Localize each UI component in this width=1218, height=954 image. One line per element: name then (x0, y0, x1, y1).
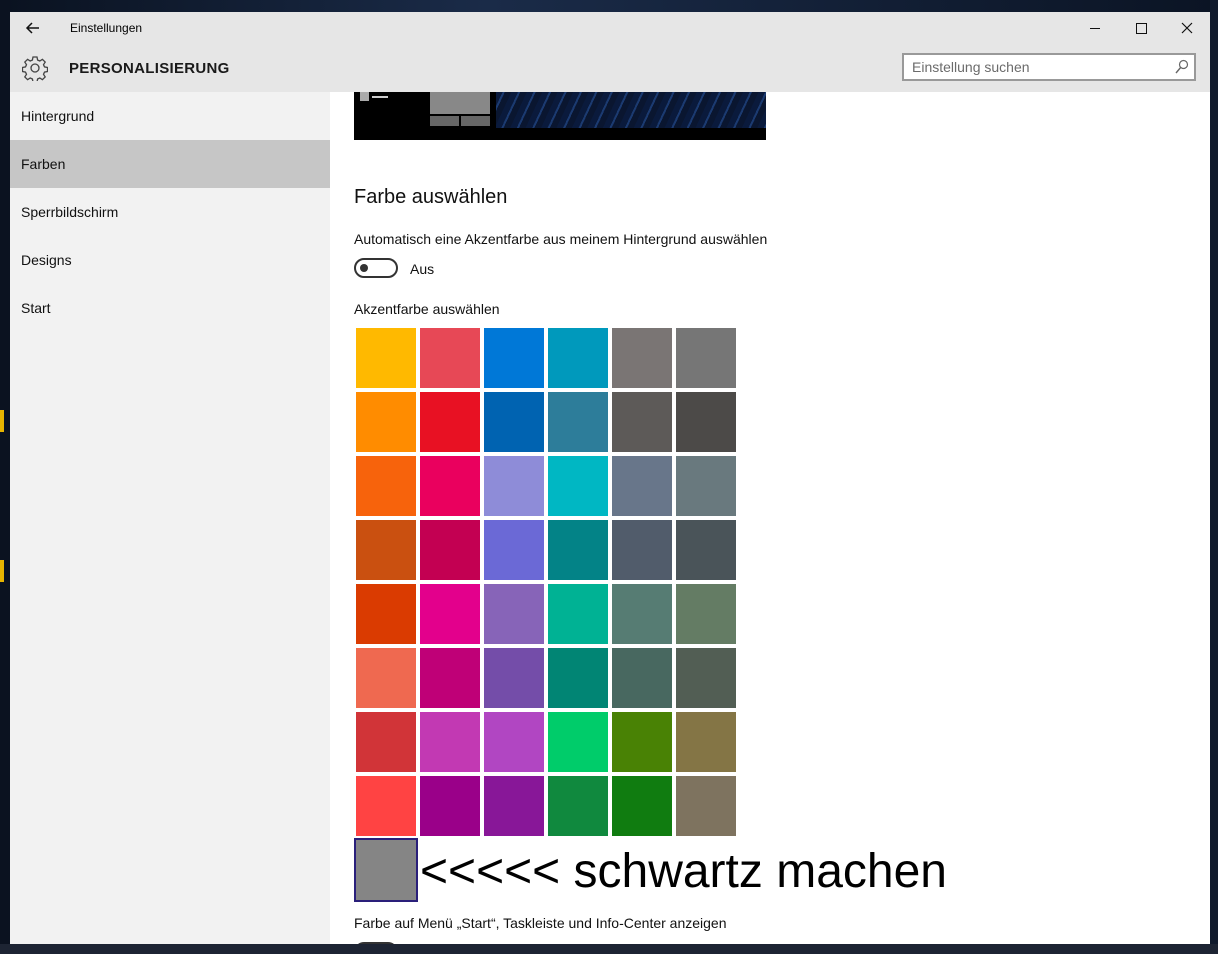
page-title: PERSONALISIERUNG (69, 60, 230, 77)
search-input[interactable] (912, 58, 1162, 76)
desktop-icon-fragment (0, 410, 4, 432)
color-swatch[interactable] (612, 712, 672, 772)
color-swatch[interactable] (484, 776, 544, 836)
accent-color-label: Akzentfarbe auswählen (354, 301, 500, 317)
color-swatch[interactable] (676, 584, 736, 644)
show-color-toggle[interactable] (354, 942, 398, 944)
color-swatch[interactable] (548, 520, 608, 580)
minimize-icon (1090, 28, 1100, 29)
sidebar-item-sperrbildschirm[interactable]: Sperrbildschirm (10, 188, 330, 236)
sidebar-item-farben[interactable]: Farben (10, 140, 330, 188)
color-swatch[interactable] (484, 456, 544, 516)
color-swatch[interactable] (548, 712, 608, 772)
theme-preview (354, 92, 766, 140)
close-icon (1181, 22, 1193, 34)
color-swatch[interactable] (420, 456, 480, 516)
color-swatch[interactable] (676, 776, 736, 836)
color-swatch[interactable] (548, 392, 608, 452)
search-icon[interactable] (1175, 59, 1189, 75)
color-swatch[interactable] (676, 712, 736, 772)
back-arrow-icon (25, 22, 39, 34)
main-content: Farbe auswählen Automatisch eine Akzentf… (330, 92, 1210, 944)
color-swatch[interactable] (612, 776, 672, 836)
search-box[interactable] (902, 53, 1196, 81)
color-swatch[interactable] (548, 648, 608, 708)
desktop-background (0, 0, 1218, 12)
color-swatch[interactable] (420, 584, 480, 644)
color-swatch[interactable] (356, 648, 416, 708)
color-swatch[interactable] (356, 584, 416, 644)
color-swatch[interactable] (420, 328, 480, 388)
color-swatch[interactable] (356, 712, 416, 772)
color-swatch[interactable] (356, 392, 416, 452)
color-swatch[interactable] (356, 520, 416, 580)
preview-start-tile (360, 92, 369, 101)
color-swatch[interactable] (484, 648, 544, 708)
gear-icon (21, 55, 49, 83)
desktop-left-edge (0, 0, 10, 954)
preview-tile (430, 92, 490, 114)
color-swatch[interactable] (676, 520, 736, 580)
window-title: Einstellungen (70, 21, 143, 35)
color-swatch[interactable] (420, 776, 480, 836)
page-header: PERSONALISIERUNG (10, 45, 1210, 92)
color-swatch[interactable] (484, 712, 544, 772)
sidebar-item-hintergrund[interactable]: Hintergrund (10, 92, 330, 140)
color-swatch[interactable] (420, 520, 480, 580)
color-swatch[interactable] (612, 456, 672, 516)
toggle-knob (360, 264, 368, 272)
desktop-right-edge (1210, 0, 1218, 954)
sidebar: Hintergrund Farben Sperrbildschirm Desig… (10, 92, 330, 944)
color-swatch[interactable] (484, 328, 544, 388)
auto-accent-label: Automatisch eine Akzentfarbe aus meinem … (354, 231, 768, 247)
color-swatch[interactable] (420, 392, 480, 452)
maximize-button[interactable] (1118, 12, 1164, 45)
color-swatch[interactable] (612, 520, 672, 580)
annotation-text: <<<<< schwartz machen (420, 845, 947, 898)
color-swatch[interactable] (676, 328, 736, 388)
accent-color-grid (354, 326, 738, 838)
color-swatch[interactable] (420, 712, 480, 772)
color-swatch[interactable] (484, 392, 544, 452)
color-swatch[interactable] (356, 776, 416, 836)
preview-tile (430, 116, 459, 126)
color-swatch[interactable] (484, 584, 544, 644)
color-swatch[interactable] (612, 584, 672, 644)
settings-window: Einstellungen PERSONALISIERUNG Einstellu… (10, 12, 1210, 944)
auto-accent-toggle[interactable] (354, 258, 398, 278)
color-swatch[interactable] (356, 456, 416, 516)
color-swatch[interactable] (612, 648, 672, 708)
back-button[interactable] (20, 16, 46, 40)
minimize-button[interactable] (1072, 12, 1118, 45)
show-color-label: Farbe auf Menü „Start“, Taskleiste und I… (354, 915, 727, 931)
section-title: Farbe auswählen (354, 186, 508, 208)
color-swatch[interactable] (612, 328, 672, 388)
sidebar-item-designs[interactable]: Designs (10, 236, 330, 284)
sidebar-item-start[interactable]: Start (10, 284, 330, 332)
color-swatch[interactable] (548, 456, 608, 516)
color-swatch[interactable] (484, 520, 544, 580)
color-swatch[interactable] (548, 328, 608, 388)
preview-tile (461, 116, 490, 126)
selected-color-swatch[interactable] (354, 838, 418, 902)
color-swatch[interactable] (676, 392, 736, 452)
color-swatch[interactable] (548, 776, 608, 836)
desktop-bottom-edge (0, 944, 1218, 954)
color-swatch[interactable] (612, 392, 672, 452)
maximize-icon (1136, 23, 1147, 34)
preview-wallpaper (496, 92, 766, 128)
color-swatch[interactable] (676, 648, 736, 708)
color-swatch[interactable] (420, 648, 480, 708)
preview-text-line (372, 96, 388, 98)
color-swatch[interactable] (356, 328, 416, 388)
color-swatch[interactable] (548, 584, 608, 644)
title-bar: Einstellungen (10, 12, 1210, 45)
close-button[interactable] (1164, 12, 1210, 45)
auto-accent-state: Aus (410, 261, 435, 277)
color-swatch[interactable] (676, 456, 736, 516)
desktop-icon-fragment (0, 560, 4, 582)
